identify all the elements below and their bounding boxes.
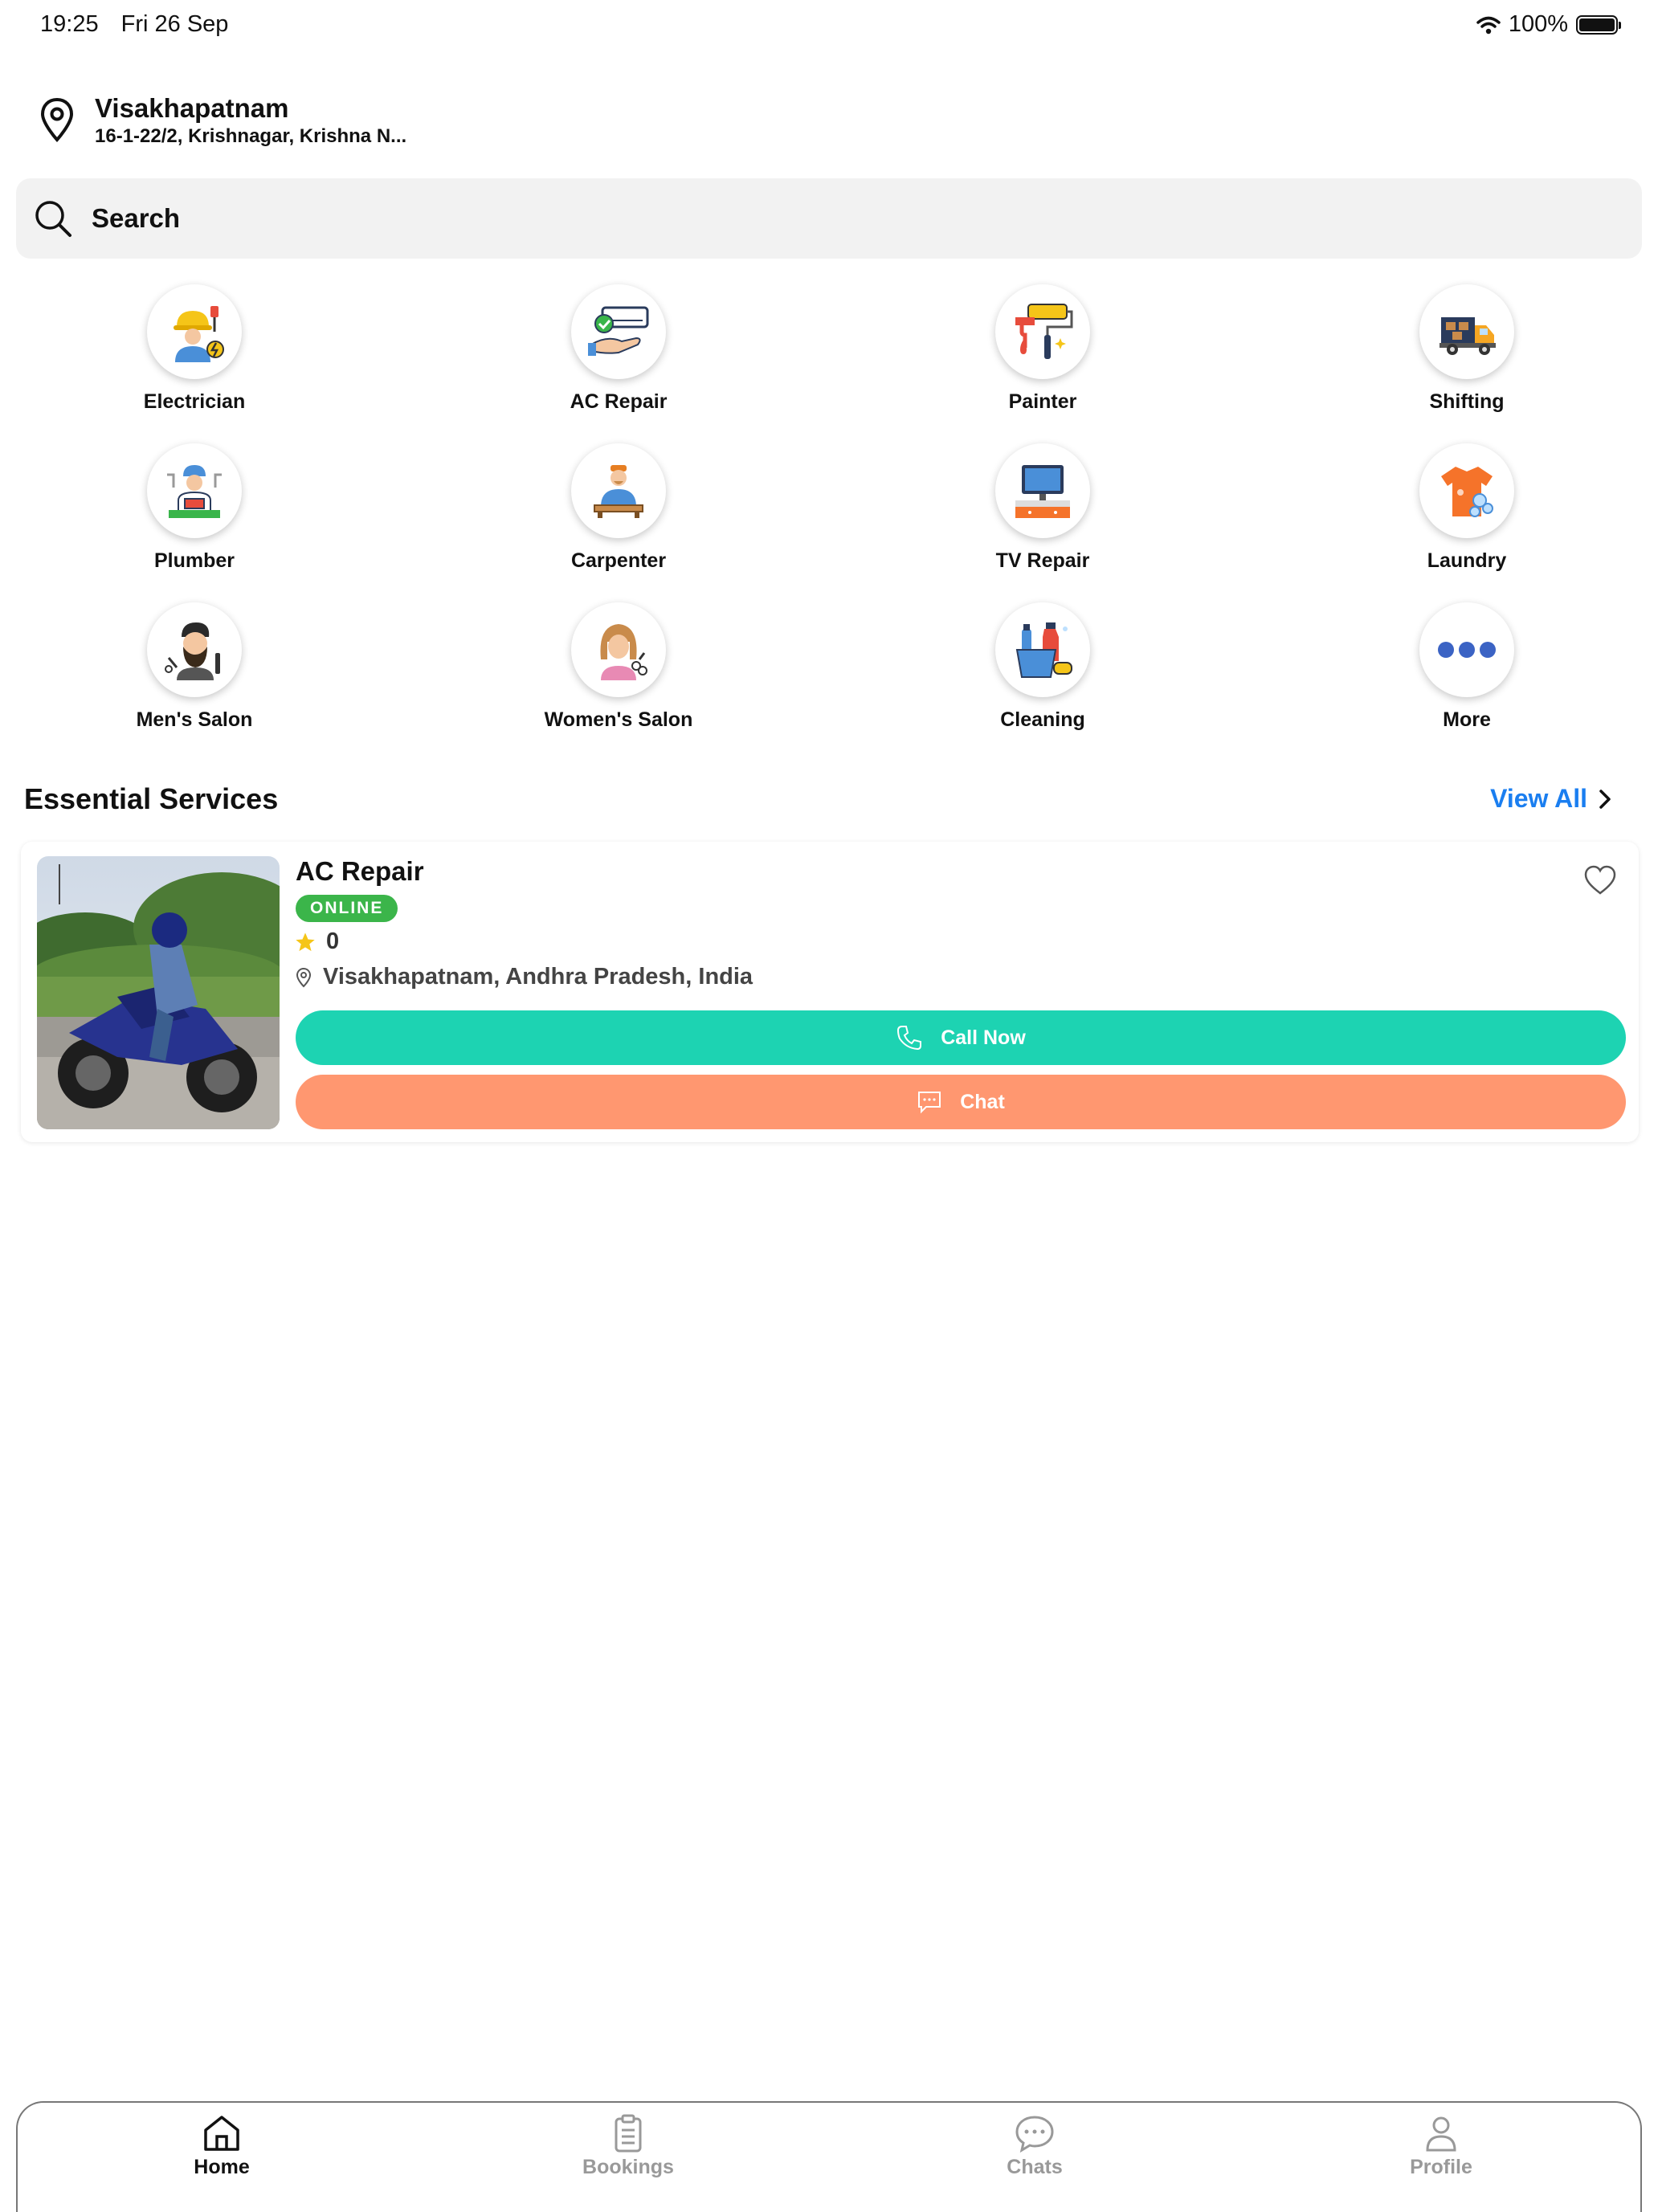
category-label: Women's Salon <box>544 708 693 731</box>
location-address: 16-1-22/2, Krishnagar, Krishna N... <box>95 125 407 147</box>
chat-button[interactable]: Chat <box>296 1075 1626 1129</box>
search-icon <box>35 201 71 237</box>
category-ac-repair[interactable]: AC Repair <box>498 284 739 414</box>
carpenter-icon <box>594 465 643 518</box>
more-dots-icon <box>1438 642 1496 658</box>
phone-icon <box>897 1026 922 1051</box>
view-all-label: View All <box>1490 784 1587 813</box>
category-mens-salon[interactable]: Men's Salon <box>74 602 315 732</box>
location-pin-icon <box>40 97 74 142</box>
status-time: 19:25 <box>40 11 99 37</box>
category-label: AC Repair <box>570 390 668 413</box>
favorite-button[interactable] <box>1582 864 1618 900</box>
category-tv-repair[interactable]: TV Repair <box>922 443 1163 573</box>
star-icon <box>296 932 315 951</box>
tab-label: Profile <box>1410 2156 1472 2178</box>
call-now-label: Call Now <box>941 1026 1026 1049</box>
service-location-text: Visakhapatnam, Andhra Pradesh, India <box>323 964 753 990</box>
rating: 0 <box>294 928 339 955</box>
category-label: Shifting <box>1429 390 1505 413</box>
chat-icon <box>918 1092 941 1114</box>
category-label: Electrician <box>143 390 246 413</box>
chevron-right-icon <box>1599 789 1611 809</box>
status-date: Fri 26 Sep <box>120 11 229 37</box>
tab-label: Chats <box>1007 2156 1063 2178</box>
tab-profile[interactable]: Profile <box>1361 2114 1521 2179</box>
category-label: More <box>1443 708 1491 731</box>
chat-bubble-icon <box>1015 2116 1054 2153</box>
category-more[interactable]: More <box>1346 602 1587 732</box>
shifting-truck-icon <box>1440 317 1496 355</box>
tab-label: Home <box>194 2156 250 2178</box>
tab-home[interactable]: Home <box>141 2114 302 2179</box>
category-carpenter[interactable]: Carpenter <box>498 443 739 573</box>
status-bar: 19:25 Fri 26 Sep 100% <box>40 11 1621 43</box>
battery-percent: 100% <box>1508 11 1568 37</box>
ac-repair-icon <box>588 306 649 356</box>
service-title: AC Repair <box>296 856 424 886</box>
home-icon <box>204 2116 239 2151</box>
rating-value: 0 <box>326 928 340 954</box>
category-womens-salon[interactable]: Women's Salon <box>498 602 739 732</box>
category-label: Plumber <box>153 549 235 572</box>
category-shifting[interactable]: Shifting <box>1346 284 1587 414</box>
search-bar[interactable]: Search <box>16 178 1642 259</box>
category-label: Cleaning <box>1000 708 1085 731</box>
womens-salon-icon <box>600 624 647 680</box>
category-label: Laundry <box>1427 549 1507 572</box>
laundry-icon <box>1441 467 1493 517</box>
mens-salon-icon <box>165 622 220 680</box>
person-icon <box>1426 2116 1456 2152</box>
tab-bar: Home Bookings Chats Profile <box>16 2101 1642 2212</box>
call-now-button[interactable]: Call Now <box>296 1010 1626 1065</box>
electrician-icon <box>174 306 224 362</box>
cleaning-icon <box>1015 622 1072 678</box>
location-selector[interactable]: Visakhapatnam 16-1-22/2, Krishnagar, Kri… <box>39 93 406 148</box>
battery-icon <box>1576 14 1621 35</box>
tab-chats[interactable]: Chats <box>954 2114 1115 2179</box>
chat-label: Chat <box>960 1090 1005 1113</box>
category-electrician[interactable]: Electrician <box>74 284 315 414</box>
category-label: Painter <box>1008 390 1077 413</box>
category-laundry[interactable]: Laundry <box>1346 443 1587 573</box>
view-all-link[interactable]: View All <box>1490 784 1611 814</box>
heart-icon <box>1584 865 1616 895</box>
category-label: Men's Salon <box>136 708 253 731</box>
search-placeholder: Search <box>92 203 181 233</box>
status-badge: ONLINE <box>296 895 398 922</box>
tab-label: Bookings <box>582 2156 674 2178</box>
location-city: Visakhapatnam <box>95 93 289 123</box>
service-card[interactable]: AC Repair ONLINE 0 Visakhapatnam, Andhra… <box>21 842 1639 1142</box>
tab-bookings[interactable]: Bookings <box>548 2114 709 2179</box>
category-label: Carpenter <box>570 549 667 572</box>
category-cleaning[interactable]: Cleaning <box>922 602 1163 732</box>
service-photo <box>37 856 280 1129</box>
tv-repair-icon <box>1015 465 1070 518</box>
location-pin-icon <box>296 967 312 987</box>
category-label: TV Repair <box>995 549 1090 572</box>
plumber-icon <box>167 465 222 518</box>
category-plumber[interactable]: Plumber <box>74 443 315 573</box>
service-location: Visakhapatnam, Andhra Pradesh, India <box>296 964 753 990</box>
category-painter[interactable]: Painter <box>922 284 1163 414</box>
painter-icon <box>1015 304 1073 359</box>
section-title: Essential Services <box>24 782 279 815</box>
wifi-icon <box>1476 16 1501 34</box>
clipboard-icon <box>615 2114 642 2153</box>
